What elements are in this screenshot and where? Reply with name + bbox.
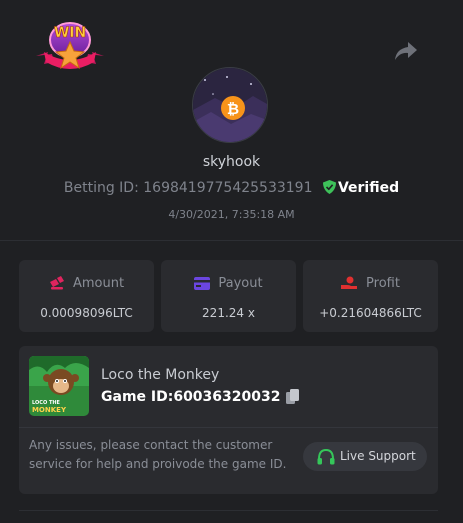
verified-label: Verified [337, 180, 400, 196]
svg-text:₿: ₿ [227, 100, 239, 118]
stat-value: 0.00098096LTC [40, 306, 133, 320]
svg-text:WIN: WIN [54, 25, 86, 41]
avatar: ₿ [192, 67, 268, 143]
stat-label: Amount [72, 276, 125, 291]
divider [19, 510, 438, 511]
coins-icon [49, 276, 64, 290]
win-badge: WIN [34, 18, 106, 76]
stat-profit: Profit +0.21604866LTC [303, 260, 438, 332]
game-id-label: Game ID: [101, 389, 174, 405]
live-support-label: Live Support [340, 449, 416, 463]
stat-label: Payout [218, 276, 263, 291]
game-thumbnail[interactable]: LOCO THE MONKEY [29, 356, 89, 416]
card-icon [194, 277, 211, 290]
svg-text:MONKEY: MONKEY [32, 406, 67, 414]
game-name: Loco the Monkey [101, 367, 220, 383]
stat-value: 221.24 x [202, 306, 255, 320]
stat-payout: Payout 221.24 x [161, 260, 296, 332]
betting-id-label: Betting ID: [63, 180, 139, 196]
support-message: Any issues, please contact the customer … [29, 438, 287, 471]
hand-coin-icon [341, 276, 358, 289]
game-id-value: 60036320032 [173, 389, 281, 405]
stat-value: +0.21604866LTC [319, 306, 422, 320]
stat-label: Profit [366, 276, 400, 291]
divider [19, 427, 438, 428]
game-id-line: Game ID:60036320032 [101, 389, 300, 408]
bet-date: 4/30/2021, 7:35:18 AM [168, 208, 295, 221]
share-icon[interactable] [394, 40, 418, 62]
username: skyhook [202, 154, 261, 170]
copy-icon[interactable] [286, 389, 300, 408]
live-support-button[interactable]: Live Support [303, 442, 427, 471]
game-card: LOCO THE MONKEY Loco the Monkey Game ID:… [19, 346, 438, 494]
betting-id-value: 1698419775425533191 [143, 180, 313, 196]
headset-icon [317, 449, 335, 465]
stat-amount: Amount 0.00098096LTC [19, 260, 154, 332]
divider [0, 240, 463, 241]
betting-id-line: Betting ID: 1698419775425533191 Verified [0, 180, 463, 196]
verified-shield-icon [322, 180, 336, 194]
